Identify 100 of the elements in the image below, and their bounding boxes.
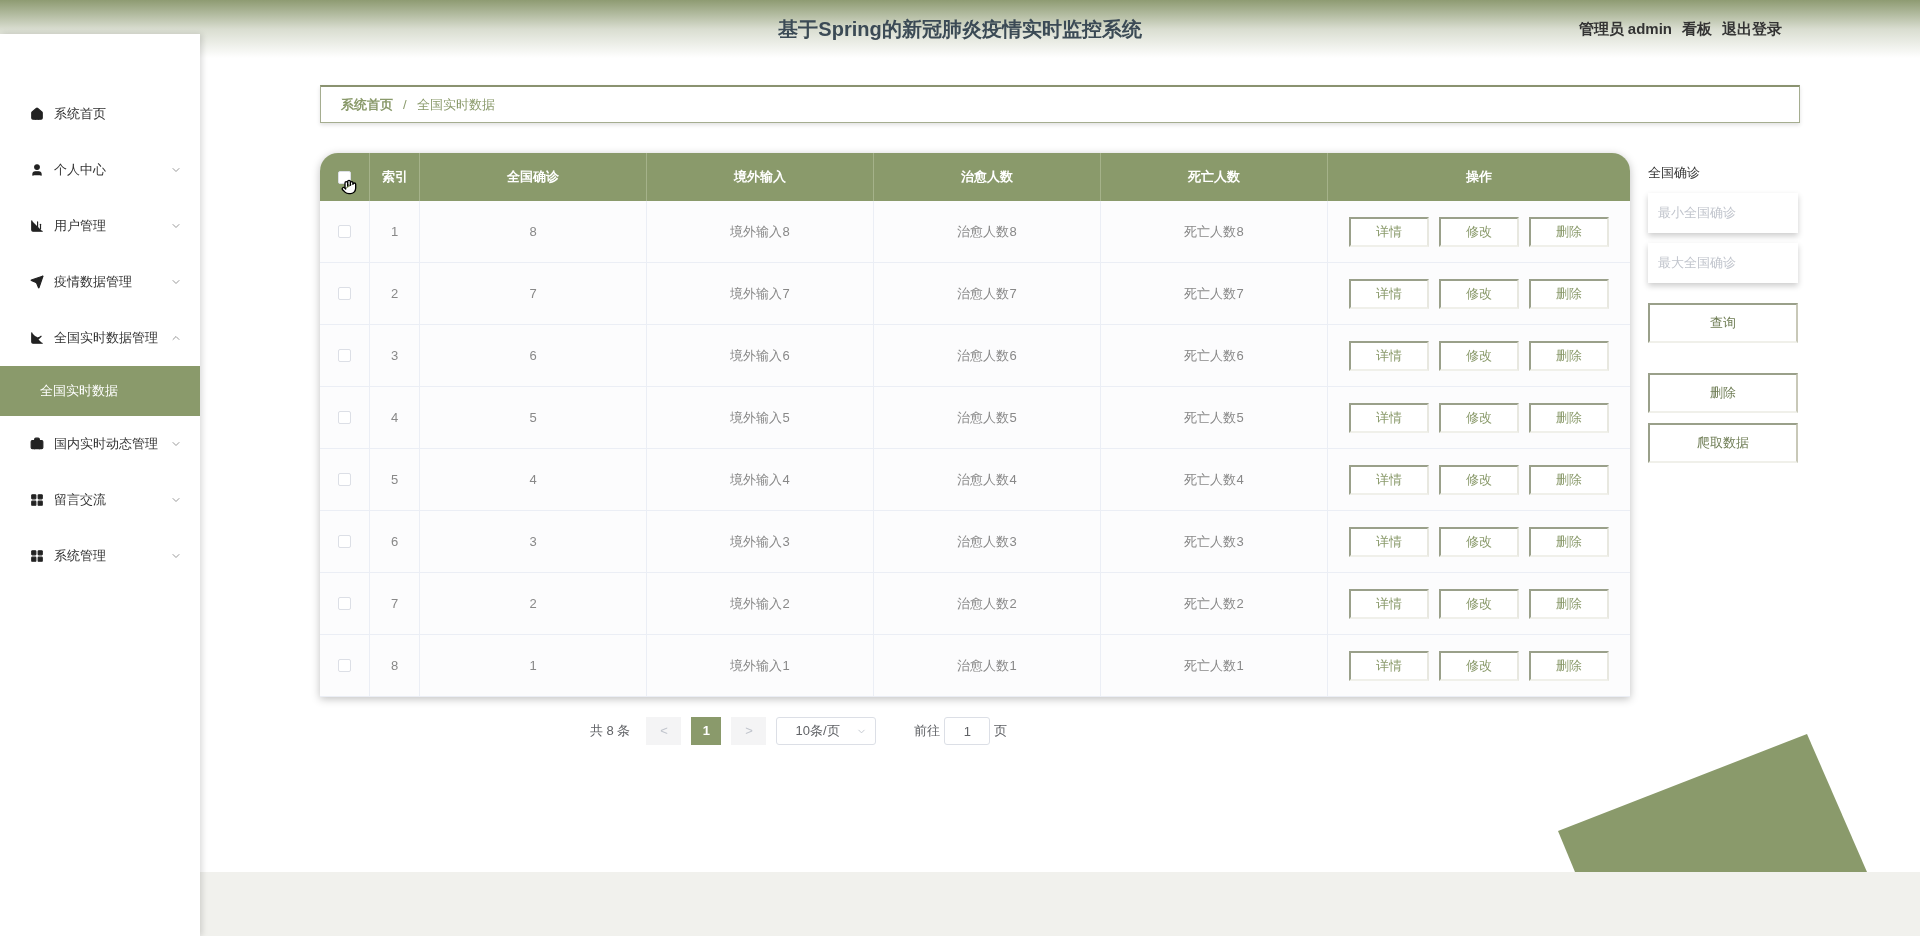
table-cell-text: 境外输入4 (730, 470, 790, 489)
header-link[interactable]: 退出登录 (1722, 17, 1782, 41)
action-button[interactable]: 删除 (1529, 278, 1609, 309)
action-button[interactable]: 详情 (1349, 588, 1429, 619)
sidebar-item[interactable]: 系统管理 (0, 528, 200, 584)
filter-label: 全国确诊 (1648, 164, 1701, 182)
breadcrumb-item: 全国实时数据 (416, 95, 495, 114)
action-button[interactable]: 修改 (1439, 464, 1519, 495)
action-button[interactable]: 修改 (1439, 650, 1519, 681)
action-button[interactable]: 删除 (1648, 372, 1798, 413)
sidebar-item[interactable]: 疫情数据管理 (0, 254, 200, 310)
breadcrumb-item: / (403, 95, 407, 114)
breadcrumb-item[interactable]: 系统首页 (341, 94, 393, 115)
action-button[interactable]: 爬取数据 (1648, 422, 1798, 463)
table-cell-text: 3 (390, 346, 399, 365)
table-cell-text: 境外输入2 (730, 594, 790, 613)
table-cell-text: 境外输入1 (730, 656, 790, 675)
total-count: 共 8 条 (590, 722, 631, 741)
column-header: 操作 (1465, 168, 1493, 187)
action-button[interactable]: 删除 (1529, 526, 1609, 557)
page-button[interactable]: 1 (691, 717, 722, 745)
action-button[interactable]: 详情 (1349, 402, 1429, 433)
table-cell-text: 境外输入7 (730, 284, 790, 303)
checkbox[interactable] (338, 535, 351, 548)
table-cell-text: 死亡人数3 (1184, 532, 1244, 551)
table-cell-text: 8 (529, 222, 537, 241)
table-cell-text: 治愈人数7 (957, 284, 1017, 303)
table-cell-text: 境外输入3 (730, 532, 790, 551)
table-cell-text: 治愈人数5 (957, 408, 1017, 427)
action-button[interactable]: 删除 (1529, 402, 1609, 433)
min-input[interactable]: 最小全国确诊 (1648, 192, 1798, 233)
table-cell-text: 治愈人数1 (957, 656, 1017, 675)
table-cell-text: 治愈人数6 (957, 346, 1017, 365)
briefcase-icon (30, 437, 44, 451)
sidebar-subitem[interactable]: 全国实时数据 (0, 366, 200, 416)
table-cell-text: 8 (390, 656, 399, 675)
action-button[interactable]: 修改 (1439, 588, 1519, 619)
action-button[interactable]: 修改 (1439, 526, 1519, 557)
grid-icon (30, 493, 44, 507)
action-button[interactable]: 详情 (1349, 216, 1429, 247)
table-cell-text: 7 (390, 594, 399, 613)
table-cell-text: 4 (529, 470, 537, 489)
page-input[interactable]: 1 (944, 717, 991, 745)
goto-label: 前往 (914, 722, 941, 741)
table-cell-text: 治愈人数3 (957, 532, 1017, 551)
action-button[interactable]: 详情 (1349, 278, 1429, 309)
table-cell-text: 治愈人数8 (957, 222, 1017, 241)
table-cell-text: 5 (529, 408, 537, 427)
table-cell-text: 1 (529, 656, 537, 675)
sidebar-item[interactable]: 个人中心 (0, 142, 200, 198)
table-cell-text: 治愈人数4 (957, 470, 1017, 489)
home-icon (30, 107, 44, 121)
action-button[interactable]: 删除 (1529, 588, 1609, 619)
checkbox[interactable] (338, 473, 351, 486)
checkbox[interactable] (338, 411, 351, 424)
table-cell-text: 3 (529, 532, 537, 551)
max-input[interactable]: 最大全国确诊 (1648, 242, 1798, 283)
checkbox[interactable] (338, 287, 351, 300)
table-cell-text: 6 (390, 532, 399, 551)
table-cell-text: 2 (390, 284, 399, 303)
action-button[interactable]: 删除 (1529, 464, 1609, 495)
checkbox[interactable] (338, 597, 351, 610)
action-button[interactable]: 修改 (1439, 340, 1519, 371)
table-cell-text: 7 (529, 284, 537, 303)
header-link[interactable]: 管理员 admin (1578, 17, 1672, 41)
action-button[interactable]: 修改 (1439, 402, 1519, 433)
user-icon (30, 163, 44, 177)
table-cell-text: 5 (390, 470, 399, 489)
sidebar-item[interactable]: 留言交流 (0, 472, 200, 528)
table-cell-text: 治愈人数2 (957, 594, 1017, 613)
sidebar-item[interactable]: 国内实时动态管理 (0, 416, 200, 472)
action-button[interactable]: 修改 (1439, 216, 1519, 247)
search-button[interactable]: 查询 (1648, 302, 1798, 343)
app-title: 基于Spring的新冠肺炎疫情实时监控系统 (778, 17, 1142, 42)
checkbox[interactable] (338, 659, 351, 672)
action-button[interactable]: 详情 (1349, 526, 1429, 557)
action-button[interactable]: 删除 (1529, 650, 1609, 681)
action-button[interactable]: 删除 (1529, 340, 1609, 371)
action-button[interactable]: 修改 (1439, 278, 1519, 309)
table-cell-text: 境外输入8 (730, 222, 790, 241)
sidebar-item[interactable]: 全国实时数据管理 (0, 310, 200, 366)
sidebar-item[interactable]: 用户管理 (0, 198, 200, 254)
sidebar-item[interactable]: 系统首页 (0, 86, 200, 142)
table-cell-text: 死亡人数8 (1184, 222, 1244, 241)
action-button[interactable]: 删除 (1529, 216, 1609, 247)
pointer-cursor-icon (341, 179, 357, 195)
action-button[interactable]: 详情 (1349, 464, 1429, 495)
checkbox[interactable] (338, 225, 351, 238)
table-cell-text: 死亡人数5 (1184, 408, 1244, 427)
checkbox[interactable] (338, 349, 351, 362)
table-cell-text: 4 (390, 408, 399, 427)
action-button[interactable]: 详情 (1349, 650, 1429, 681)
table-cell-text: 死亡人数4 (1184, 470, 1244, 489)
header-link[interactable]: 看板 (1682, 17, 1712, 41)
table-cell-text: 6 (529, 346, 537, 365)
page-size-select[interactable]: 10条/页 (776, 717, 877, 745)
table-cell-text: 1 (390, 222, 399, 241)
action-button[interactable]: 详情 (1349, 340, 1429, 371)
table-cell-text: 境外输入5 (730, 408, 790, 427)
paper-plane-icon (30, 275, 44, 289)
